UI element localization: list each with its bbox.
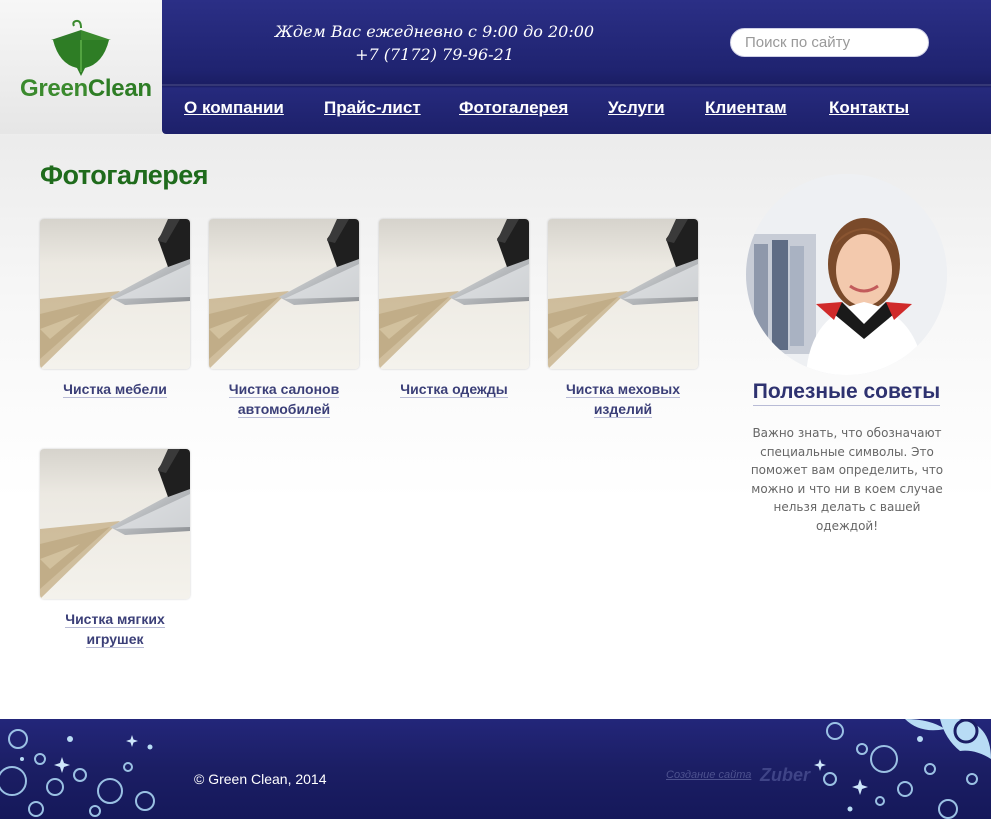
gallery-caption[interactable]: Чистка мягких игрушек	[65, 609, 165, 649]
footer: © Green Clean, 2014 Создание сайта Zuber	[0, 719, 991, 819]
nav-item-contacts[interactable]: Контакты	[829, 98, 909, 118]
phone-number: +7 (7172) 79-96-21	[355, 45, 514, 64]
gallery-thumbnail[interactable]	[209, 219, 359, 369]
gallery-thumbnail[interactable]	[40, 449, 190, 599]
gallery-item-fur[interactable]: Чистка меховых изделий	[548, 219, 698, 419]
gallery-item-car-interiors[interactable]: Чистка салонов автомобилей	[209, 219, 359, 419]
bubbles-decoration	[0, 719, 991, 819]
logo-green: Green	[20, 75, 88, 102]
gallery-caption[interactable]: Чистка мебели	[63, 379, 167, 399]
leaf-hanger-icon	[51, 19, 111, 76]
gallery-thumbnail[interactable]	[548, 219, 698, 369]
tips-text: Важно знать, что обозначают специальные …	[750, 426, 944, 533]
gallery-item-soft-toys[interactable]: Чистка мягких игрушек	[40, 449, 190, 649]
search-input[interactable]	[730, 28, 929, 57]
gallery-caption[interactable]: Чистка одежды	[400, 379, 508, 399]
logo-text: GreenClean	[20, 75, 152, 103]
nav-item-services[interactable]: Услуги	[608, 98, 665, 118]
main-nav: О компании Прайс-лист Фотогалерея Услуги…	[162, 98, 991, 124]
header-bar: Ждем Вас ежедневно с 9:00 до 20:00 +7 (7…	[162, 0, 991, 134]
page-title: Фотогалерея	[40, 160, 209, 190]
schedule: Ждем Вас ежедневно с 9:00 до 20:00 +7 (7…	[162, 20, 707, 66]
tips-title[interactable]: Полезные советы	[746, 380, 947, 406]
gallery-thumbnail[interactable]	[379, 219, 529, 369]
header-divider	[162, 84, 991, 86]
nav-item-gallery[interactable]: Фотогалерея	[459, 98, 568, 118]
studio-logo[interactable]: Zuber	[760, 765, 810, 786]
gallery-item-clothes[interactable]: Чистка одежды	[379, 219, 529, 399]
gallery-thumbnail[interactable]	[40, 219, 190, 369]
nav-item-price[interactable]: Прайс-лист	[324, 98, 421, 118]
copyright: © Green Clean, 2014	[194, 771, 327, 787]
schedule-text: Ждем Вас ежедневно с 9:00 до 20:00	[274, 22, 595, 41]
gallery-caption[interactable]: Чистка салонов автомобилей	[228, 379, 340, 419]
gallery-caption[interactable]: Чистка меховых изделий	[565, 379, 681, 419]
site-creator-link[interactable]: Создание сайта	[666, 769, 751, 781]
nav-item-clients[interactable]: Клиентам	[705, 98, 787, 118]
consultant-photo[interactable]	[746, 174, 947, 375]
logo-clean: Clean	[87, 75, 152, 102]
nav-item-about[interactable]: О компании	[184, 98, 284, 118]
gallery-item-furniture[interactable]: Чистка мебели	[40, 219, 190, 399]
logo[interactable]: GreenClean	[0, 0, 162, 134]
